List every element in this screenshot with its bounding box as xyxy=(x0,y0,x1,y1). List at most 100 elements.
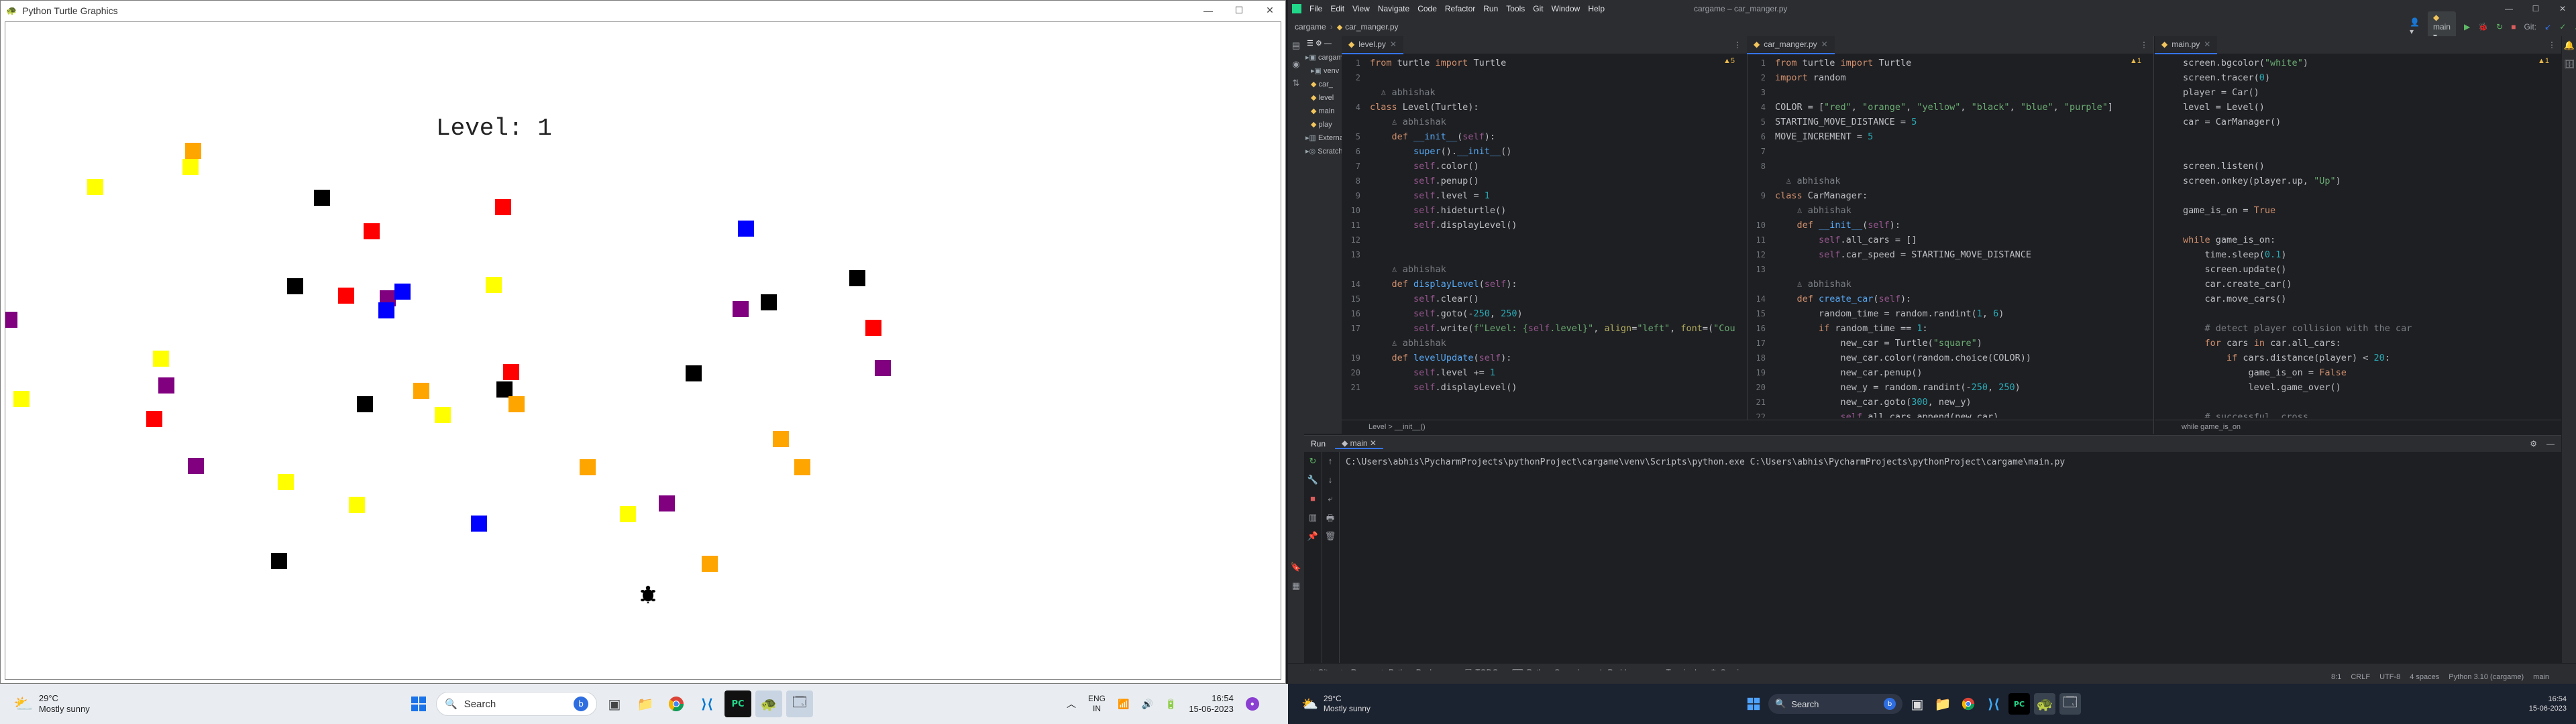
project-tree-item[interactable]: ◆ play xyxy=(1304,118,1342,131)
wifi-icon[interactable]: 📶 xyxy=(1118,699,1129,710)
editor-breadcrumb[interactable] xyxy=(1747,420,2153,434)
debug-icon[interactable]: 🐞 xyxy=(2478,22,2488,32)
notification-badge-icon[interactable]: ● xyxy=(1245,697,1259,711)
stop-icon[interactable]: ■ xyxy=(2511,22,2516,32)
editor-tab[interactable]: ◆ main.py ✕ xyxy=(2155,36,2218,54)
inspection-warning-indicator[interactable]: ▲1 xyxy=(2130,57,2141,65)
close-button[interactable]: ✕ xyxy=(1254,1,1285,20)
close-tab-icon[interactable]: ✕ xyxy=(1390,36,1397,53)
menu-item-navigate[interactable]: Navigate xyxy=(1378,4,1409,13)
weather-widget-right[interactable]: ⛅ 29°C Mostly sunny xyxy=(1301,694,1371,714)
git-update-icon[interactable]: ↙ xyxy=(2544,22,2551,32)
editor-tab[interactable]: ◆ level.py ✕ xyxy=(1342,36,1403,54)
project-tree-item[interactable]: ▸◎ Scratch xyxy=(1304,145,1342,158)
close-tab-icon[interactable]: ✕ xyxy=(1821,36,1828,53)
windows-start-icon[interactable] xyxy=(1743,693,1764,715)
notifications-icon[interactable]: 🔔 xyxy=(2562,40,2576,55)
code-editor[interactable]: ▲1 1 from turtle import Turtle 2 import rand… xyxy=(1747,54,2153,418)
run-config-tab[interactable]: ◆ main ✕ xyxy=(1335,438,1383,449)
rerun-icon[interactable]: ↻ xyxy=(2496,22,2503,32)
commit-tool-icon[interactable]: ◉ xyxy=(1289,59,1303,74)
project-tree-item[interactable]: ◆ car_ xyxy=(1304,78,1342,91)
breadcrumb-project[interactable]: cargame xyxy=(1295,22,1326,32)
run-panel-hide-icon[interactable]: — xyxy=(2546,439,2555,448)
maximize-button[interactable]: ☐ xyxy=(1224,1,1254,20)
python-app-icon[interactable]: 🗔 xyxy=(786,690,813,717)
run-panel-settings-icon[interactable]: ⚙ xyxy=(2530,439,2537,448)
print-icon[interactable]: 🖶 xyxy=(1323,512,1338,527)
chevron-up-icon[interactable]: ︿ xyxy=(1067,697,1076,711)
file-explorer-icon[interactable]: 📁 xyxy=(632,690,659,717)
python-turtle-icon[interactable]: 🐢 xyxy=(755,690,782,717)
layout-icon[interactable]: ▥ xyxy=(1305,512,1320,527)
menu-item-refactor[interactable]: Refactor xyxy=(1445,4,1475,13)
weather-widget[interactable]: ⛅ 29°C Mostly sunny xyxy=(13,693,90,715)
code-editor[interactable]: ▲5 1 from turtle import Turtle 2 ♙ abhishak… xyxy=(1342,54,1747,418)
user-icon[interactable]: 👤▾ xyxy=(2410,17,2420,36)
trash-icon[interactable]: 🗑 xyxy=(1323,531,1338,546)
editor-breadcrumb[interactable]: while game_is_on xyxy=(2155,420,2561,434)
status-item[interactable]: 8:1 xyxy=(2331,673,2341,681)
minimize-button[interactable]: — xyxy=(1193,1,1224,20)
stop-run-icon[interactable]: ■ xyxy=(1305,493,1320,508)
menu-item-git[interactable]: Git xyxy=(1533,4,1543,13)
editor-tab[interactable]: ◆ car_manger.py ✕ xyxy=(1747,36,1835,54)
battery-icon[interactable]: 🔋 xyxy=(1165,699,1177,710)
wrench-icon[interactable]: 🔧 xyxy=(1305,475,1320,489)
chrome-icon[interactable] xyxy=(663,690,690,717)
code-editor[interactable]: ▲1 screen.bgcolor("white") screen.tracer(0… xyxy=(2155,54,2561,418)
menu-item-run[interactable]: Run xyxy=(1483,4,1498,13)
project-tree-item[interactable]: ▸▣ cargame xyxy=(1304,51,1342,64)
project-tree-item[interactable]: ◆ main xyxy=(1304,105,1342,118)
pull-requests-icon[interactable]: ⇅ xyxy=(1289,78,1303,93)
vscode-icon[interactable]: ⟩⟨ xyxy=(694,690,720,717)
git-commit-icon[interactable]: ✓ xyxy=(2559,22,2566,32)
menu-item-file[interactable]: File xyxy=(1309,4,1322,13)
windows-start-icon[interactable] xyxy=(405,690,432,717)
editor-breadcrumb[interactable]: Level > __init__() xyxy=(1342,420,1747,434)
vscode-icon[interactable]: ⟩⟨ xyxy=(1983,693,2004,715)
status-item[interactable]: Python 3.10 (cargame) xyxy=(2449,673,2524,681)
git-label[interactable]: Git: xyxy=(2524,22,2536,32)
inspection-warning-indicator[interactable]: ▲1 xyxy=(2538,57,2549,65)
tab-more-icon[interactable]: ⋮ xyxy=(1733,40,1741,50)
taskbar-search-box-right[interactable]: 🔍 Search b xyxy=(1768,694,1902,714)
project-tool-icon[interactable]: ▤ xyxy=(1289,40,1303,55)
run-console-output[interactable]: C:\Users\abhis\PycharmProjects\pythonPro… xyxy=(1346,457,2065,467)
chrome-icon[interactable] xyxy=(1957,693,1979,715)
status-item[interactable]: UTF-8 xyxy=(2379,673,2400,681)
task-view-icon[interactable]: ▣ xyxy=(1907,693,1928,715)
menu-item-edit[interactable]: Edit xyxy=(1330,4,1344,13)
menu-item-code[interactable]: Code xyxy=(1417,4,1437,13)
tab-more-icon[interactable]: ⋮ xyxy=(2140,40,2148,50)
soft-wrap-icon[interactable]: ⤶ xyxy=(1323,493,1338,508)
status-item[interactable]: 4 spaces xyxy=(2410,673,2439,681)
task-view-icon[interactable]: ▣ xyxy=(601,690,628,717)
menu-item-tools[interactable]: Tools xyxy=(1506,4,1525,13)
scroll-up-icon[interactable]: ↑ xyxy=(1323,456,1338,471)
menu-item-help[interactable]: Help xyxy=(1588,4,1605,13)
python-app-icon[interactable]: 🗔 xyxy=(2059,693,2081,715)
pin-icon[interactable]: 📌 xyxy=(1305,531,1320,546)
rerun-run-icon[interactable]: ↻ xyxy=(1305,456,1320,471)
pycharm-icon[interactable]: PC xyxy=(724,690,751,717)
status-item[interactable]: CRLF xyxy=(2351,673,2370,681)
bookmarks-icon[interactable]: 🔖 xyxy=(1289,562,1303,577)
database-icon[interactable]: 🗄 xyxy=(2562,59,2576,74)
status-item[interactable]: main xyxy=(2533,673,2549,681)
volume-icon[interactable]: 🔊 xyxy=(1141,699,1152,710)
scroll-down-icon[interactable]: ↓ xyxy=(1323,475,1338,489)
structure-icon[interactable]: ▦ xyxy=(1289,581,1303,595)
breadcrumb-file[interactable]: car_manger.py xyxy=(1345,22,1398,32)
language-indicator[interactable]: ENG IN xyxy=(1088,694,1106,714)
close-tab-icon[interactable]: ✕ xyxy=(2204,36,2210,53)
clock-right[interactable]: 16:54 15-06-2023 xyxy=(2529,695,2567,713)
taskbar-search-box[interactable]: 🔍 Search b xyxy=(436,692,597,716)
inspection-warning-indicator[interactable]: ▲5 xyxy=(1723,57,1735,65)
run-icon[interactable]: ▶ xyxy=(2464,22,2470,32)
menu-item-view[interactable]: View xyxy=(1352,4,1370,13)
tab-more-icon[interactable]: ⋮ xyxy=(2548,40,2556,50)
project-tree-item[interactable]: ▸▣ venv xyxy=(1304,64,1342,78)
menu-item-window[interactable]: Window xyxy=(1552,4,1580,13)
pycharm-icon[interactable]: PC xyxy=(2008,693,2030,715)
